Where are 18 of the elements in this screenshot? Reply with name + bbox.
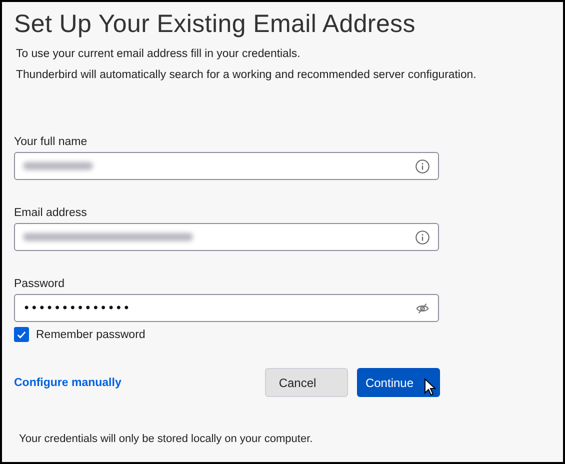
hidden-eye-icon[interactable] <box>415 300 430 316</box>
checkbox-label: Remember password <box>36 328 146 340</box>
configure-manually-link[interactable]: Configure manually <box>14 376 122 388</box>
cancel-button[interactable]: Cancel <box>265 368 348 397</box>
field-label: Your full name <box>14 136 88 148</box>
continue-button[interactable]: Continue <box>357 368 440 397</box>
input-field[interactable] <box>14 223 439 251</box>
intro-text: To use your current email address fill in your credentials. Thunderbird will automatically search for a working and recommended server configuration. <box>16 47 476 83</box>
field-label: Email address <box>14 207 87 219</box>
info-icon <box>415 230 430 244</box>
input-field[interactable] <box>14 152 439 180</box>
checkmark-icon <box>16 329 27 340</box>
field-label: Password <box>14 278 64 290</box>
page-title: Set Up Your Existing Email Address <box>14 10 416 39</box>
password-field[interactable]: •••••••••••••• <box>14 294 439 322</box>
remember-checkbox[interactable] <box>14 327 29 342</box>
footer-note: Your credentials will only be stored locally on your computer. <box>19 433 313 445</box>
info-icon <box>415 158 430 174</box>
